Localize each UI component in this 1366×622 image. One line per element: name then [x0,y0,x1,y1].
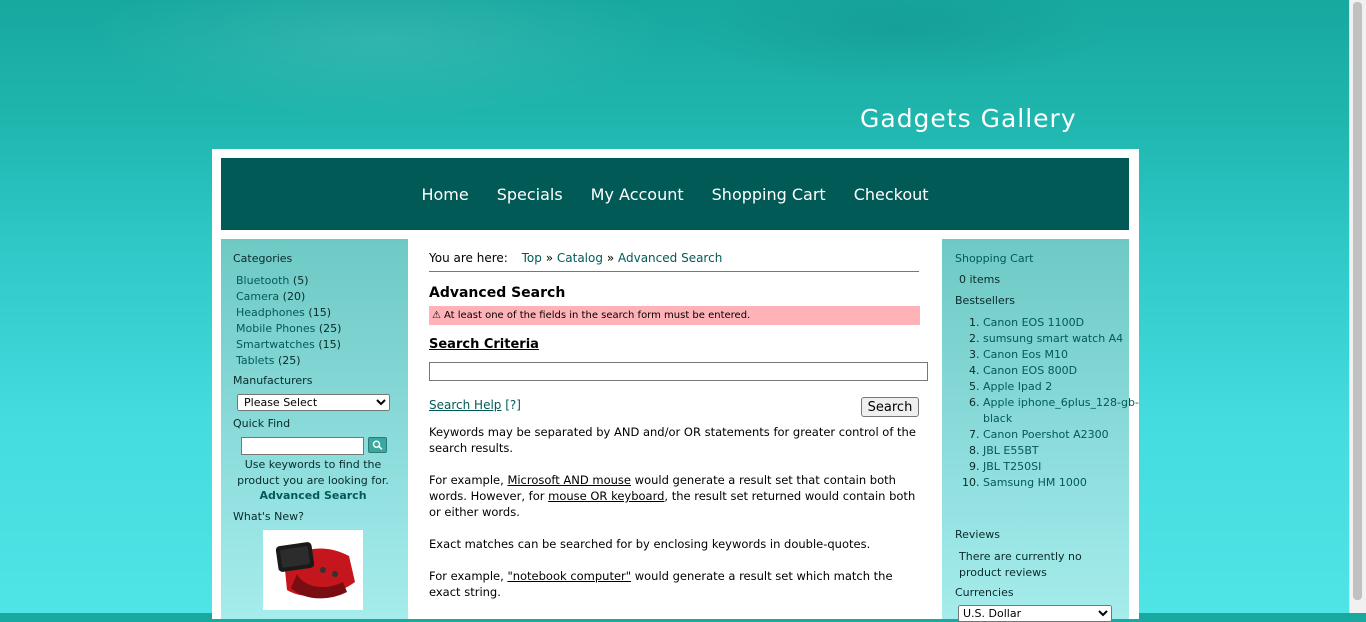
category-count: (25) [318,322,342,335]
bestseller-item[interactable]: Apple Ipad 2 [983,379,1143,395]
quickfind-title: Quick Find [233,417,291,430]
category-item[interactable]: Tablets (25) [236,353,341,369]
help-paragraph: Exact matches can be searched for by enc… [429,537,871,551]
site-title[interactable]: Gadgets Gallery [860,104,1077,133]
breadcrumb-separator: » [606,251,615,265]
nav-home[interactable]: Home [421,185,468,204]
manufacturers-title: Manufacturers [233,374,313,387]
help-text: For example, [429,569,508,583]
error-text: At least one of the fields in the search… [443,310,751,321]
bestseller-item[interactable]: JBL T250SI [983,459,1143,475]
reviews-title[interactable]: Reviews [955,528,1000,541]
category-count: (15) [308,306,332,319]
category-count: (5) [292,274,309,287]
breadcrumb-advanced-search[interactable]: Advanced Search [618,251,722,265]
category-item[interactable]: Headphones (15) [236,305,341,321]
manufacturers-select[interactable]: Please Select [237,394,390,411]
currencies-title: Currencies [955,586,1014,599]
search-help-text: Keywords may be separated by AND and/or … [429,424,925,616]
category-count: (15) [318,338,341,351]
search-help-question[interactable]: [?] [505,398,521,412]
category-item[interactable]: Camera (20) [236,289,341,305]
category-item[interactable]: Mobile Phones (25) [236,321,341,337]
bestseller-item[interactable]: Canon EOS 1100D [983,315,1143,331]
category-count: (25) [278,354,301,367]
nav-shopping-cart[interactable]: Shopping Cart [712,185,826,204]
whatsnew-product-image[interactable] [263,530,363,610]
quickfind-input[interactable] [241,437,364,455]
breadcrumb-catalog[interactable]: Catalog [557,251,603,265]
whatsnew-title[interactable]: What's New? [233,510,304,523]
category-list: Bluetooth (5) Camera (20) Headphones (15… [236,273,341,369]
main-nav: Home Specials My Account Shopping Cart C… [221,158,1129,230]
scrollbar-thumb[interactable] [1353,2,1362,600]
breadcrumb: You are here: Top » Catalog » Advanced S… [429,251,722,265]
quickfind-help-text: Use keywords to find the product you are… [237,458,389,487]
bestseller-item[interactable]: Apple iphone_6plus_128-gb-black [983,395,1143,427]
reviews-text: There are currently no product reviews [959,550,1082,579]
category-name[interactable]: Bluetooth [236,274,289,287]
bestseller-item[interactable]: sumsung smart watch A4 [983,331,1143,347]
breadcrumb-separator: » [545,251,554,265]
warning-icon: ⚠ [432,310,441,321]
header-background [0,0,1350,160]
help-paragraph: Keywords may be separated by AND and/or … [429,425,916,455]
category-name[interactable]: Smartwatches [236,338,315,351]
search-icon [372,440,383,450]
search-help: Search Help [?] [429,398,521,412]
help-paragraph: For example, Microsoft AND mouse would g… [429,472,925,520]
bestsellers-title: Bestsellers [955,294,1015,307]
bestseller-item[interactable]: Canon Eos M10 [983,347,1143,363]
nav-my-account[interactable]: My Account [591,185,684,204]
help-paragraph: For example, "notebook computer" would g… [429,568,925,600]
category-item[interactable]: Smartwatches (15) [236,337,341,353]
bestseller-item[interactable]: Samsung HM 1000 [983,475,1143,491]
category-name[interactable]: Camera [236,290,279,303]
cart-item-count: 0 items [959,273,1001,286]
currency-select[interactable]: U.S. Dollar [958,605,1112,622]
bestseller-item[interactable]: JBL E55BT [983,443,1143,459]
breadcrumb-top[interactable]: Top [522,251,542,265]
bestseller-item[interactable]: Canon Poershot A2300 [983,427,1143,443]
nav-checkout[interactable]: Checkout [854,185,929,204]
bestseller-item[interactable]: Canon EOS 800D [983,363,1143,379]
search-help-link[interactable]: Search Help [429,398,501,412]
keywords-input[interactable] [429,362,928,381]
help-text: For example, [429,473,508,487]
example-link[interactable]: mouse OR keyboard [548,489,664,503]
example-link[interactable]: "notebook computer" [507,569,631,583]
smartwatch-image [263,530,363,610]
divider [429,271,919,272]
category-count: (20) [282,290,306,303]
category-name[interactable]: Headphones [236,306,305,319]
page-scrollbar[interactable] [1349,0,1366,613]
category-name[interactable]: Mobile Phones [236,322,315,335]
shopping-cart-title[interactable]: Shopping Cart [955,252,1033,265]
category-item[interactable]: Bluetooth (5) [236,273,341,289]
search-button[interactable]: Search [861,397,919,417]
error-message: ⚠ At least one of the fields in the searc… [429,306,920,325]
page-title: Advanced Search [429,285,566,301]
search-criteria-title: Search Criteria [429,337,539,352]
advanced-search-link[interactable]: Advanced Search [233,489,393,502]
categories-title: Categories [233,252,293,265]
bestsellers-list: Canon EOS 1100D sumsung smart watch A4 C… [955,315,1143,491]
category-name[interactable]: Tablets [236,354,275,367]
breadcrumb-label: You are here: [429,251,508,265]
quickfind-search-button[interactable] [368,437,387,453]
nav-specials[interactable]: Specials [497,185,563,204]
example-link[interactable]: Microsoft AND mouse [507,473,631,487]
